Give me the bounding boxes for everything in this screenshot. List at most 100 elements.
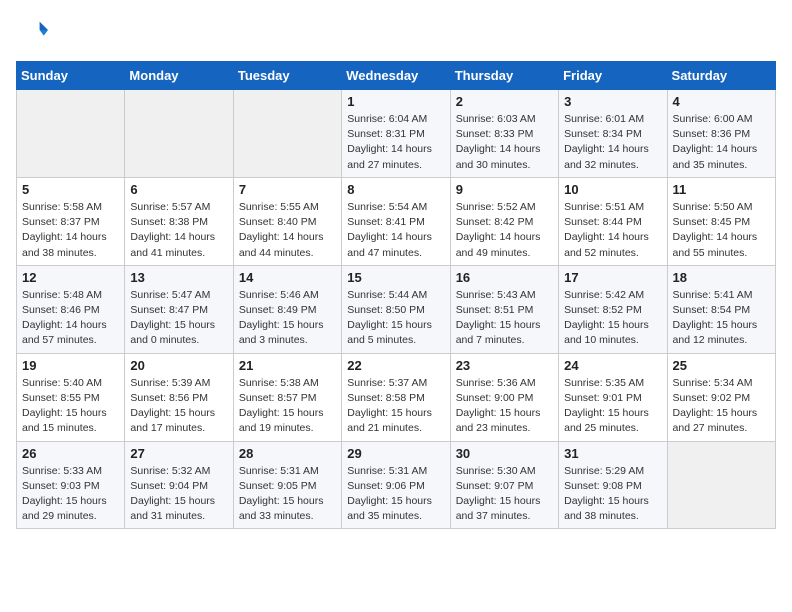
day-info: Sunrise: 5:44 AMSunset: 8:50 PMDaylight:… — [347, 288, 444, 349]
day-number: 21 — [239, 358, 336, 373]
day-info: Sunrise: 5:54 AMSunset: 8:41 PMDaylight:… — [347, 200, 444, 261]
day-number: 8 — [347, 182, 444, 197]
calendar-cell: 21 Sunrise: 5:38 AMSunset: 8:57 PMDayligh… — [233, 353, 341, 441]
week-row-3: 12 Sunrise: 5:48 AMSunset: 8:46 PMDayligh… — [17, 265, 776, 353]
week-row-4: 19 Sunrise: 5:40 AMSunset: 8:55 PMDayligh… — [17, 353, 776, 441]
day-number: 27 — [130, 446, 227, 461]
calendar-cell: 4 Sunrise: 6:00 AMSunset: 8:36 PMDaylight… — [667, 90, 775, 178]
day-info: Sunrise: 5:42 AMSunset: 8:52 PMDaylight:… — [564, 288, 661, 349]
day-number: 16 — [456, 270, 553, 285]
calendar-cell: 12 Sunrise: 5:48 AMSunset: 8:46 PMDayligh… — [17, 265, 125, 353]
calendar-cell: 8 Sunrise: 5:54 AMSunset: 8:41 PMDaylight… — [342, 177, 450, 265]
calendar-cell: 17 Sunrise: 5:42 AMSunset: 8:52 PMDayligh… — [559, 265, 667, 353]
calendar-cell: 22 Sunrise: 5:37 AMSunset: 8:58 PMDayligh… — [342, 353, 450, 441]
page-header — [16, 16, 776, 49]
calendar-cell: 2 Sunrise: 6:03 AMSunset: 8:33 PMDaylight… — [450, 90, 558, 178]
day-info: Sunrise: 5:34 AMSunset: 9:02 PMDaylight:… — [673, 376, 770, 437]
day-header-thursday: Thursday — [450, 62, 558, 90]
week-row-5: 26 Sunrise: 5:33 AMSunset: 9:03 PMDayligh… — [17, 441, 776, 529]
day-info: Sunrise: 5:30 AMSunset: 9:07 PMDaylight:… — [456, 464, 553, 525]
day-number: 12 — [22, 270, 119, 285]
calendar-cell: 27 Sunrise: 5:32 AMSunset: 9:04 PMDayligh… — [125, 441, 233, 529]
day-info: Sunrise: 5:57 AMSunset: 8:38 PMDaylight:… — [130, 200, 227, 261]
calendar-cell: 13Sunrise: 5:47 AMSunset: 8:47 PMDayligh… — [125, 265, 233, 353]
day-headers-row: SundayMondayTuesdayWednesdayThursdayFrid… — [17, 62, 776, 90]
day-number: 31 — [564, 446, 661, 461]
day-info: Sunrise: 5:48 AMSunset: 8:46 PMDaylight:… — [22, 288, 119, 349]
day-info: Sunrise: 5:58 AMSunset: 8:37 PMDaylight:… — [22, 200, 119, 261]
calendar-cell: 7Sunrise: 5:55 AMSunset: 8:40 PMDaylight… — [233, 177, 341, 265]
calendar-cell: 29 Sunrise: 5:31 AMSunset: 9:06 PMDayligh… — [342, 441, 450, 529]
day-number: 3 — [564, 94, 661, 109]
day-number: 19 — [22, 358, 119, 373]
day-info: Sunrise: 5:39 AMSunset: 8:56 PMDaylight:… — [130, 376, 227, 437]
day-info: Sunrise: 5:38 AMSunset: 8:57 PMDaylight:… — [239, 376, 336, 437]
day-info: Sunrise: 5:40 AMSunset: 8:55 PMDaylight:… — [22, 376, 119, 437]
calendar-cell: 10Sunrise: 5:51 AMSunset: 8:44 PMDayligh… — [559, 177, 667, 265]
calendar-cell: 6 Sunrise: 5:57 AMSunset: 8:38 PMDaylight… — [125, 177, 233, 265]
day-info: Sunrise: 5:55 AMSunset: 8:40 PMDaylight:… — [239, 200, 336, 261]
calendar-cell: 15 Sunrise: 5:44 AMSunset: 8:50 PMDayligh… — [342, 265, 450, 353]
calendar-cell: 18 Sunrise: 5:41 AMSunset: 8:54 PMDayligh… — [667, 265, 775, 353]
calendar-cell — [667, 441, 775, 529]
day-number: 11 — [673, 182, 770, 197]
day-info: Sunrise: 5:37 AMSunset: 8:58 PMDaylight:… — [347, 376, 444, 437]
calendar-cell: 16Sunrise: 5:43 AMSunset: 8:51 PMDayligh… — [450, 265, 558, 353]
day-info: Sunrise: 5:29 AMSunset: 9:08 PMDaylight:… — [564, 464, 661, 525]
day-number: 29 — [347, 446, 444, 461]
day-number: 6 — [130, 182, 227, 197]
calendar-cell: 25Sunrise: 5:34 AMSunset: 9:02 PMDayligh… — [667, 353, 775, 441]
day-number: 18 — [673, 270, 770, 285]
day-info: Sunrise: 5:35 AMSunset: 9:01 PMDaylight:… — [564, 376, 661, 437]
day-info: Sunrise: 5:33 AMSunset: 9:03 PMDaylight:… — [22, 464, 119, 525]
calendar-cell: 20 Sunrise: 5:39 AMSunset: 8:56 PMDayligh… — [125, 353, 233, 441]
day-header-sunday: Sunday — [17, 62, 125, 90]
day-header-friday: Friday — [559, 62, 667, 90]
day-info: Sunrise: 5:31 AMSunset: 9:05 PMDaylight:… — [239, 464, 336, 525]
day-number: 5 — [22, 182, 119, 197]
day-number: 4 — [673, 94, 770, 109]
day-number: 17 — [564, 270, 661, 285]
day-info: Sunrise: 6:03 AMSunset: 8:33 PMDaylight:… — [456, 112, 553, 173]
day-info: Sunrise: 5:46 AMSunset: 8:49 PMDaylight:… — [239, 288, 336, 349]
logo-icon — [20, 16, 48, 44]
day-number: 1 — [347, 94, 444, 109]
day-number: 24 — [564, 358, 661, 373]
day-number: 23 — [456, 358, 553, 373]
day-info: Sunrise: 5:36 AMSunset: 9:00 PMDaylight:… — [456, 376, 553, 437]
day-info: Sunrise: 5:32 AMSunset: 9:04 PMDaylight:… — [130, 464, 227, 525]
day-info: Sunrise: 5:41 AMSunset: 8:54 PMDaylight:… — [673, 288, 770, 349]
day-info: Sunrise: 6:00 AMSunset: 8:36 PMDaylight:… — [673, 112, 770, 173]
calendar-cell: 30 Sunrise: 5:30 AMSunset: 9:07 PMDayligh… — [450, 441, 558, 529]
day-header-tuesday: Tuesday — [233, 62, 341, 90]
calendar-cell: 11Sunrise: 5:50 AMSunset: 8:45 PMDayligh… — [667, 177, 775, 265]
day-header-saturday: Saturday — [667, 62, 775, 90]
day-number: 2 — [456, 94, 553, 109]
day-info: Sunrise: 5:31 AMSunset: 9:06 PMDaylight:… — [347, 464, 444, 525]
calendar-cell — [17, 90, 125, 178]
calendar-cell: 19 Sunrise: 5:40 AMSunset: 8:55 PMDayligh… — [17, 353, 125, 441]
day-number: 10 — [564, 182, 661, 197]
day-number: 15 — [347, 270, 444, 285]
day-number: 22 — [347, 358, 444, 373]
calendar-cell: 28 Sunrise: 5:31 AMSunset: 9:05 PMDayligh… — [233, 441, 341, 529]
calendar-header: SundayMondayTuesdayWednesdayThursdayFrid… — [17, 62, 776, 90]
calendar-cell: 24 Sunrise: 5:35 AMSunset: 9:01 PMDayligh… — [559, 353, 667, 441]
day-number: 13 — [130, 270, 227, 285]
day-number: 26 — [22, 446, 119, 461]
calendar-cell: 23 Sunrise: 5:36 AMSunset: 9:00 PMDayligh… — [450, 353, 558, 441]
day-number: 9 — [456, 182, 553, 197]
calendar-cell: 9Sunrise: 5:52 AMSunset: 8:42 PMDaylight… — [450, 177, 558, 265]
calendar-cell: 26 Sunrise: 5:33 AMSunset: 9:03 PMDayligh… — [17, 441, 125, 529]
calendar-cell: 5 Sunrise: 5:58 AMSunset: 8:37 PMDaylight… — [17, 177, 125, 265]
calendar-cell: 14Sunrise: 5:46 AMSunset: 8:49 PMDayligh… — [233, 265, 341, 353]
day-number: 28 — [239, 446, 336, 461]
day-header-monday: Monday — [125, 62, 233, 90]
day-header-wednesday: Wednesday — [342, 62, 450, 90]
week-row-1: 1Sunrise: 6:04 AMSunset: 8:31 PMDaylight… — [17, 90, 776, 178]
calendar-cell — [233, 90, 341, 178]
day-number: 30 — [456, 446, 553, 461]
week-row-2: 5 Sunrise: 5:58 AMSunset: 8:37 PMDaylight… — [17, 177, 776, 265]
calendar-cell: 1Sunrise: 6:04 AMSunset: 8:31 PMDaylight… — [342, 90, 450, 178]
day-number: 20 — [130, 358, 227, 373]
